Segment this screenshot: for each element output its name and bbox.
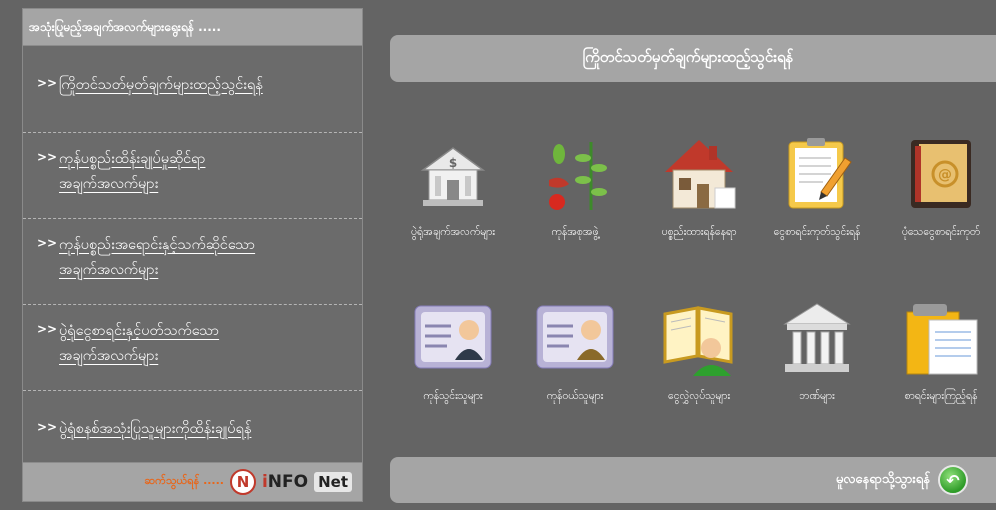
crops-icon [533, 132, 617, 216]
sidebar-menu: >> ကြိုတင်သတ်မှတ်ချက်များထည့်သွင်းရန် >>… [23, 47, 362, 477]
chevron-double-right-icon: >> [37, 322, 58, 336]
supplier-card-icon [411, 296, 495, 380]
clipboard-pencil-icon [775, 132, 859, 216]
house-icon [657, 132, 741, 216]
chevron-double-right-icon: >> [37, 150, 58, 164]
tile-suppliers[interactable]: ကုန်သွင်းသူများ [392, 296, 514, 416]
sidebar-item-inventory-control[interactable]: >> ကုန်ပစ္စည်းထိန်းချုပ်မှုဆိုင်ရာ အချက်… [23, 133, 362, 219]
sidebar-item-label[interactable]: ကုန်ပစ္စည်းထိန်းချုပ်မှုဆိုင်ရာ အချက်အလက… [59, 147, 205, 197]
tile-label: ပစ္စည်းထားရန်နေရာ [661, 226, 737, 238]
tile-label: ကုန်အစုအဖွဲ့ [551, 226, 599, 238]
chevron-double-right-icon: >> [37, 76, 58, 90]
tile-label: ဘဏ်များ [799, 390, 835, 402]
tile-label: ပုံသေငွေစာရင်းကုတ် [901, 226, 981, 238]
tile-label: ကုန်ဝယ်သူများ [546, 390, 604, 402]
chevron-double-right-icon: >> [37, 236, 58, 250]
tile-product-groups[interactable]: ကုန်အစုအဖွဲ့ [514, 132, 636, 252]
brand-logo-n: N [229, 469, 256, 495]
reader-book-icon [657, 296, 741, 380]
sidebar-item-accounts[interactable]: >> ပွဲရုံငွေစာရင်းနှင့်ပတ်သက်သော အချက်အလ… [23, 305, 362, 391]
sidebar-footer: ဆက်သွယ်ရန် ..... N iNFO Net [23, 462, 362, 501]
sidebar-header: အသုံးပြုမည့်အချက်အလက်များရွေးရန် ..... [23, 9, 362, 46]
tile-customers[interactable]: ကုန်ဝယ်သူများ [514, 296, 636, 416]
tile-account-codes[interactable]: ငွေစာရင်းကုတ်သွင်းရန် [756, 132, 878, 252]
sidebar-item-sales[interactable]: >> ကုန်ပစ္စည်းအရောင်းနှင့်သက်ဆိုင်သော အခ… [23, 219, 362, 305]
document-folder-icon [899, 296, 983, 380]
tile-banks[interactable]: ဘဏ်များ [756, 296, 878, 416]
back-to-home-link[interactable]: မူလနေရာသို့သွားရန် [836, 471, 930, 490]
tile-label: ပွဲရုံအချက်အလက်များ [411, 226, 495, 238]
tile-label: ငွေလွှဲလုပ်သူများ [668, 390, 730, 402]
chevron-double-right-icon: >> [37, 420, 58, 434]
sidebar-item-preset-entries[interactable]: >> ကြိုတင်သတ်မှတ်ချက်များထည့်သွင်းရန် [23, 47, 362, 133]
tile-label: စာရင်းများကြည့်ရန် [904, 390, 978, 402]
tile-remitters[interactable]: ငွေလွှဲလုပ်သူများ [638, 296, 760, 416]
contact-link[interactable]: ဆက်သွယ်ရန် ..... [145, 474, 224, 490]
tile-view-reports[interactable]: စာရင်းများကြည့်ရန် [880, 296, 996, 416]
brand-nfo: NFO [267, 472, 309, 492]
back-to-home-bar: မူလနေရာသို့သွားရန် ↶ [390, 457, 996, 503]
svg-text:$: $ [449, 156, 457, 170]
svg-text:@: @ [938, 167, 952, 183]
sidebar-item-label[interactable]: ပွဲရုံစနစ်အသုံးပြုသူများကိုထိန်းချုပ်ရန် [59, 417, 251, 442]
tile-label: ငွေစာရင်းကုတ်သွင်းရန် [773, 226, 861, 238]
brand-logo-net: Net [314, 472, 352, 492]
customer-card-icon [533, 296, 617, 380]
tile-fixed-account-codes[interactable]: @ ပုံသေငွေစာရင်းကုတ် [880, 132, 996, 252]
sidebar: အသုံးပြုမည့်အချက်အလက်များရွေးရန် ..... >… [22, 8, 363, 502]
sidebar-item-label[interactable]: ကြိုတင်သတ်မှတ်ချက်များထည့်သွင်းရန် [59, 73, 263, 98]
bank-columns-icon [775, 296, 859, 380]
tile-storage-location[interactable]: ပစ္စည်းထားရန်နေရာ [638, 132, 760, 252]
address-book-icon: @ [899, 132, 983, 216]
tile-business-info[interactable]: $ ပွဲရုံအချက်အလက်များ [392, 132, 514, 252]
tile-label: ကုန်သွင်းသူများ [423, 390, 483, 402]
sidebar-item-label[interactable]: ပွဲရုံငွေစာရင်းနှင့်ပတ်သက်သော အချက်အလက်မ… [59, 319, 219, 369]
back-arrow-icon[interactable]: ↶ [938, 465, 968, 495]
bank-building-icon: $ [411, 132, 495, 216]
page-title: ကြိုတင်သတ်မှတ်ချက်များထည့်သွင်းရန် [390, 35, 996, 82]
brand-logo-info: iNFO [262, 472, 308, 492]
sidebar-item-label[interactable]: ကုန်ပစ္စည်းအရောင်းနှင့်သက်ဆိုင်သော အချက်… [59, 233, 255, 283]
